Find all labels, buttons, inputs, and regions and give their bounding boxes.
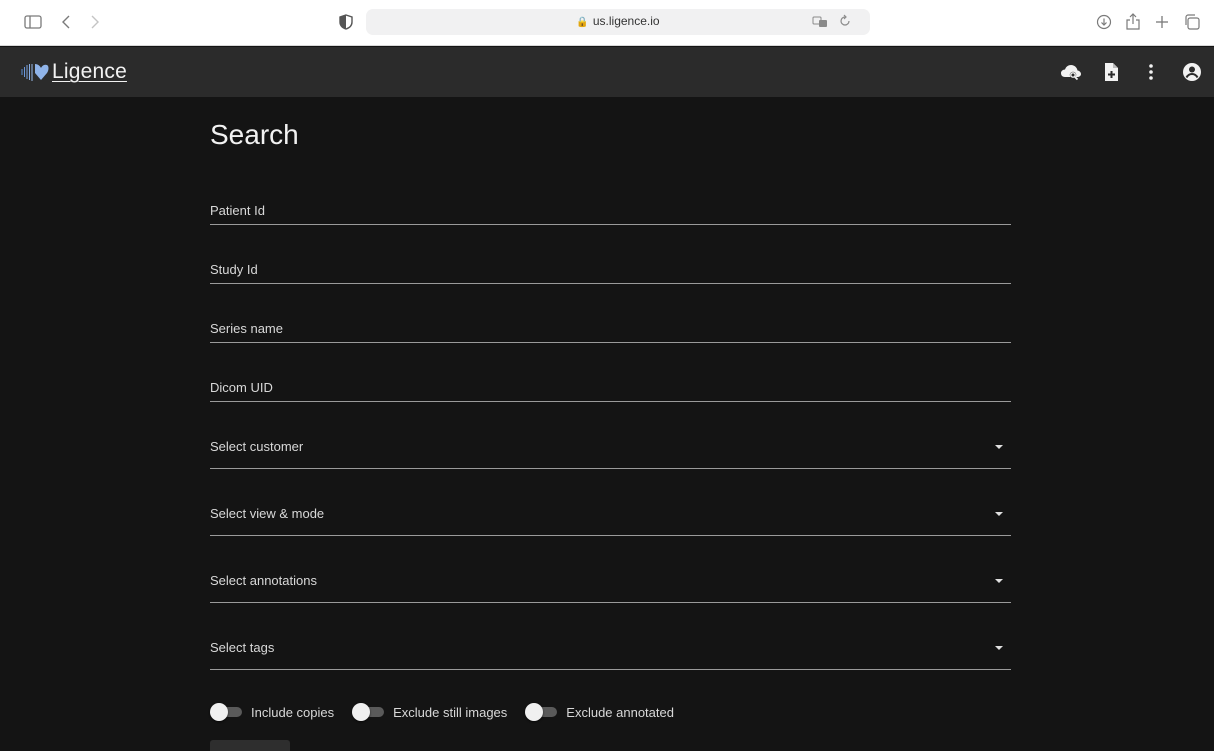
include-copies-label: Include copies [251,704,335,720]
tags-select[interactable]: Select tags [210,637,1011,670]
translate-icon[interactable] [812,14,828,30]
chevron-down-icon [995,512,1003,516]
sidebar-icon[interactable] [22,11,44,33]
new-tab-icon[interactable] [1151,11,1173,33]
exclude-still-images-label: Exclude still images [393,704,508,720]
download-icon[interactable] [1093,11,1115,33]
include-copies-toggle[interactable]: Include copies [210,703,335,721]
dicom-uid-label: Dicom UID [210,380,273,395]
patient-id-label: Patient Id [210,203,265,218]
forward-icon[interactable] [83,11,105,33]
account-icon[interactable] [1180,60,1204,84]
back-icon[interactable] [56,11,78,33]
lock-icon: 🔒 [576,17,589,28]
logo-heart-icon [21,64,49,81]
annotations-select[interactable]: Select annotations [210,570,1011,603]
filter-toggles: Include copies Exclude still images Excl… [210,703,692,721]
logo[interactable]: Ligence [20,58,127,86]
series-name-input[interactable]: Series name [210,318,1011,343]
url-text: us.ligence.io [592,14,660,28]
study-id-input[interactable]: Study Id [210,259,1011,284]
tags-select-label: Select tags [210,640,275,655]
browser-toolbar: 🔒 us.ligence.io [0,0,1214,46]
tabs-overview-icon[interactable] [1181,11,1203,33]
page-title: Search [210,119,299,150]
file-add-icon[interactable] [1099,60,1123,84]
logo-text: Ligence [52,60,127,83]
dicom-uid-input[interactable]: Dicom UID [210,377,1011,402]
view-mode-select-label: Select view & mode [210,506,325,521]
reload-icon[interactable] [838,14,852,28]
customer-select[interactable]: Select customer [210,436,1011,469]
customer-select-label: Select customer [210,439,304,454]
exclude-annotated-label: Exclude annotated [566,704,674,720]
exclude-still-images-toggle[interactable]: Exclude still images [352,703,508,721]
patient-id-input[interactable]: Patient Id [210,200,1011,225]
cloud-search-icon[interactable] [1059,60,1083,84]
address-bar[interactable]: 🔒 us.ligence.io [366,9,870,35]
app-header: Ligence [0,47,1214,97]
chevron-down-icon [995,579,1003,583]
search-button[interactable] [210,740,290,751]
chevron-down-icon [995,445,1003,449]
annotations-select-label: Select annotations [210,573,317,588]
chevron-down-icon [995,646,1003,650]
share-icon[interactable] [1122,11,1144,33]
study-id-label: Study Id [210,262,258,277]
more-vert-icon[interactable] [1139,60,1163,84]
series-name-label: Series name [210,321,283,336]
view-mode-select[interactable]: Select view & mode [210,503,1011,536]
exclude-annotated-toggle[interactable]: Exclude annotated [525,703,674,721]
exclude-still-images-switch[interactable] [352,703,385,721]
include-copies-switch[interactable] [210,703,242,721]
privacy-shield-icon[interactable] [335,11,357,33]
exclude-annotated-switch[interactable] [525,703,558,721]
